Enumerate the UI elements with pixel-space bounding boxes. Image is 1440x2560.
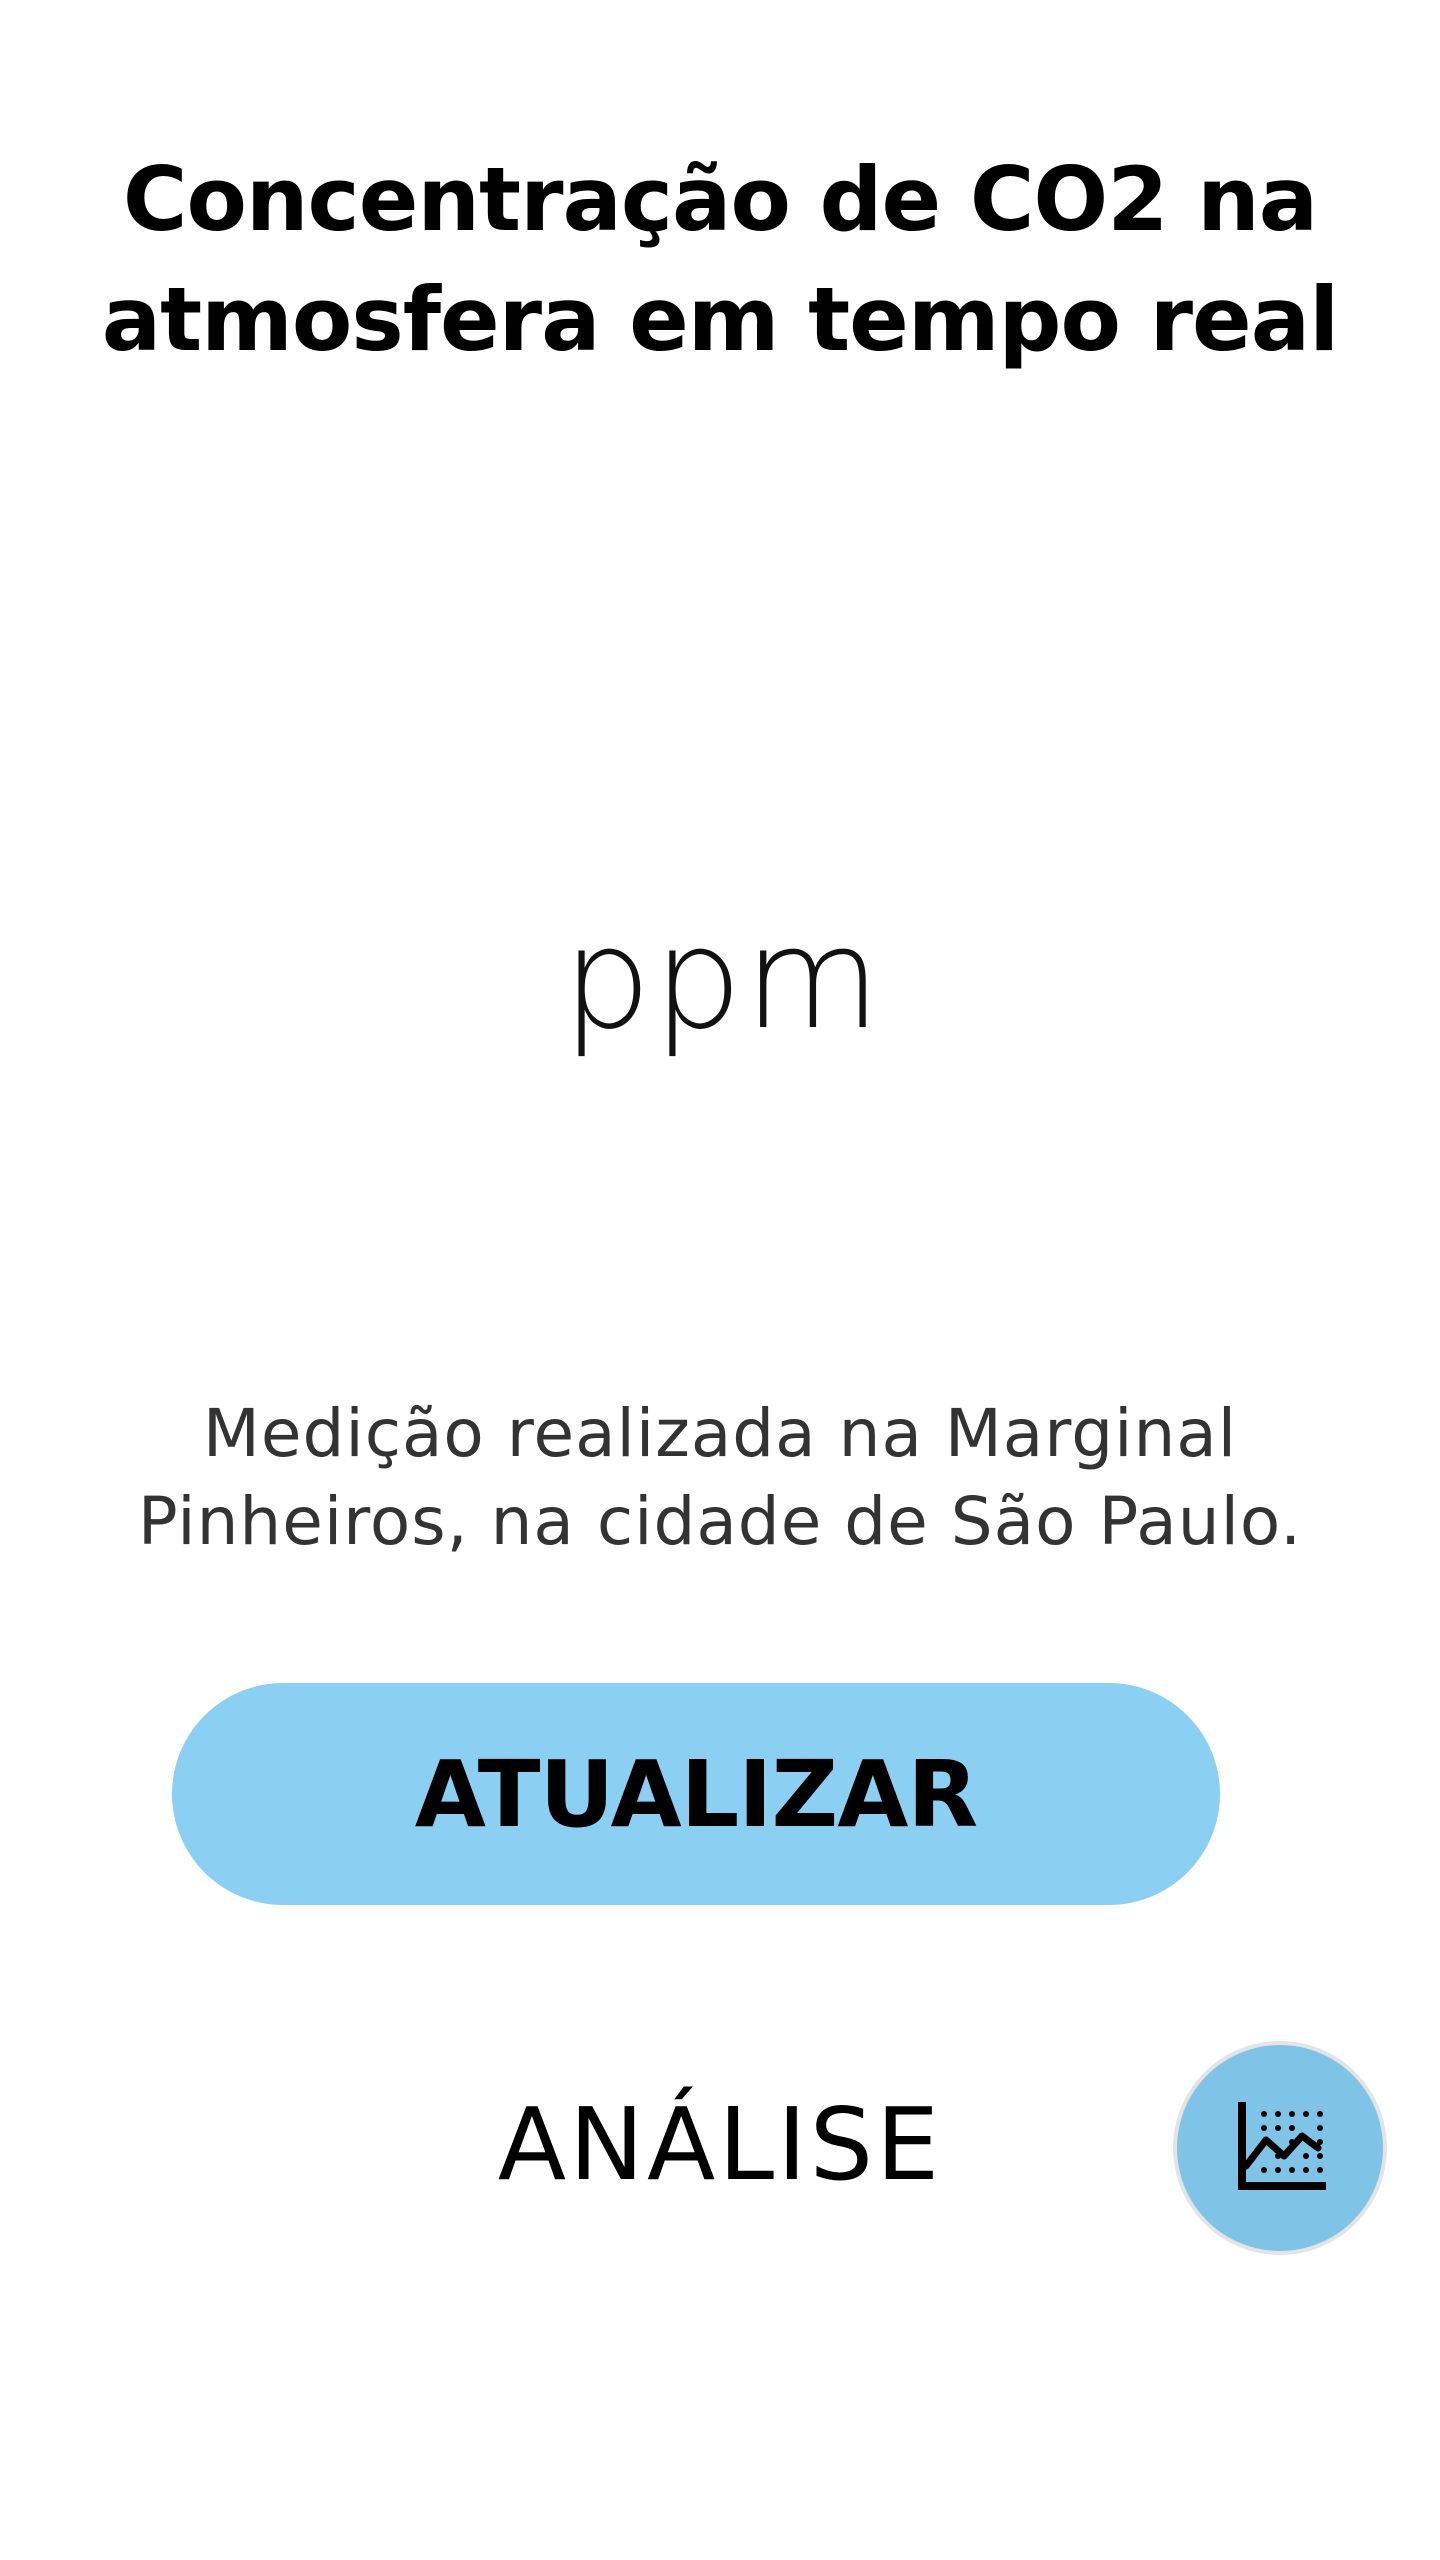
- chart-icon: [1238, 2102, 1326, 2190]
- location-description: Medição realizada na Marginal Pinheiros,…: [137, 1395, 1303, 1560]
- update-button-label: ATUALIZAR: [414, 1740, 978, 1848]
- co2-unit: ppm: [562, 898, 883, 1061]
- update-button[interactable]: ATUALIZAR: [172, 1683, 1220, 1905]
- analysis-link[interactable]: ANÁLISE: [420, 2080, 1020, 2210]
- co2-reading: ppm: [0, 880, 1440, 1080]
- chart-fab-button[interactable]: [1173, 2041, 1387, 2255]
- page-title: Concentração de CO2 na atmosfera em temp…: [101, 148, 1340, 371]
